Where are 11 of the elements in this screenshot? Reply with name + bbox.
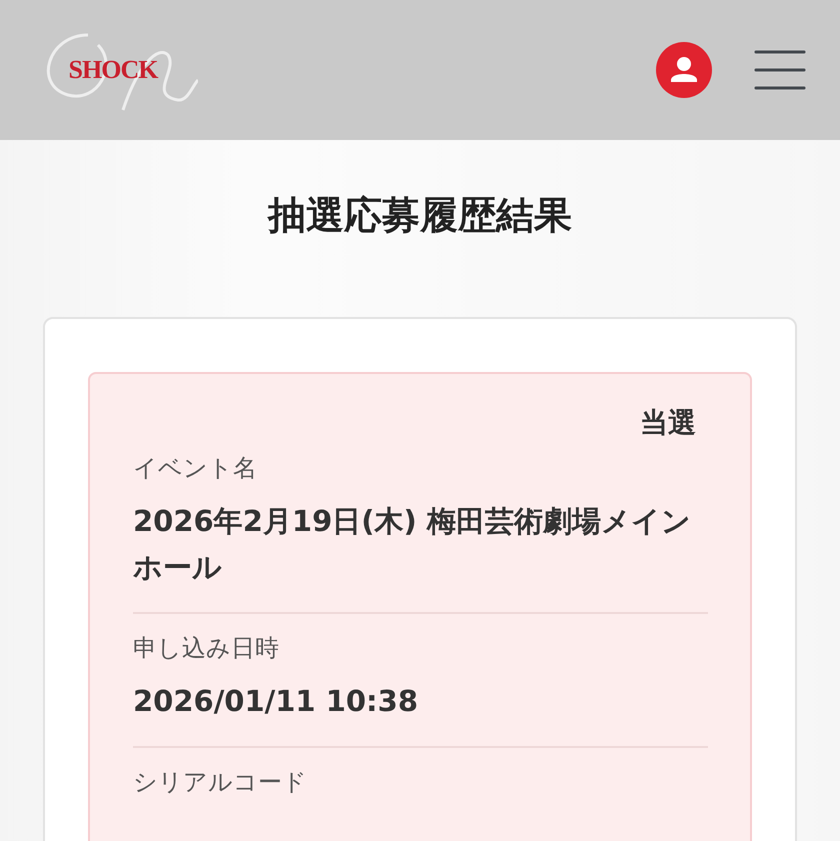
logo[interactable]: SHOCK	[28, 25, 198, 115]
page-title: 抽選応募履歴結果	[266, 192, 573, 239]
menu-icon[interactable]	[754, 48, 806, 92]
field-label: シリアルコード	[133, 767, 308, 798]
field-label: 申し込み日時	[133, 633, 280, 664]
user-icon[interactable]	[656, 42, 712, 98]
logo-text: SHOCK	[68, 55, 158, 85]
result-status: 当選	[639, 405, 697, 434]
field-label: イベント名	[133, 453, 258, 484]
field-value: 2026/01/11 10:38	[133, 683, 420, 720]
field-value: 2026年2月19日(木) 梅田芸術劇場メインホール	[133, 503, 692, 586]
